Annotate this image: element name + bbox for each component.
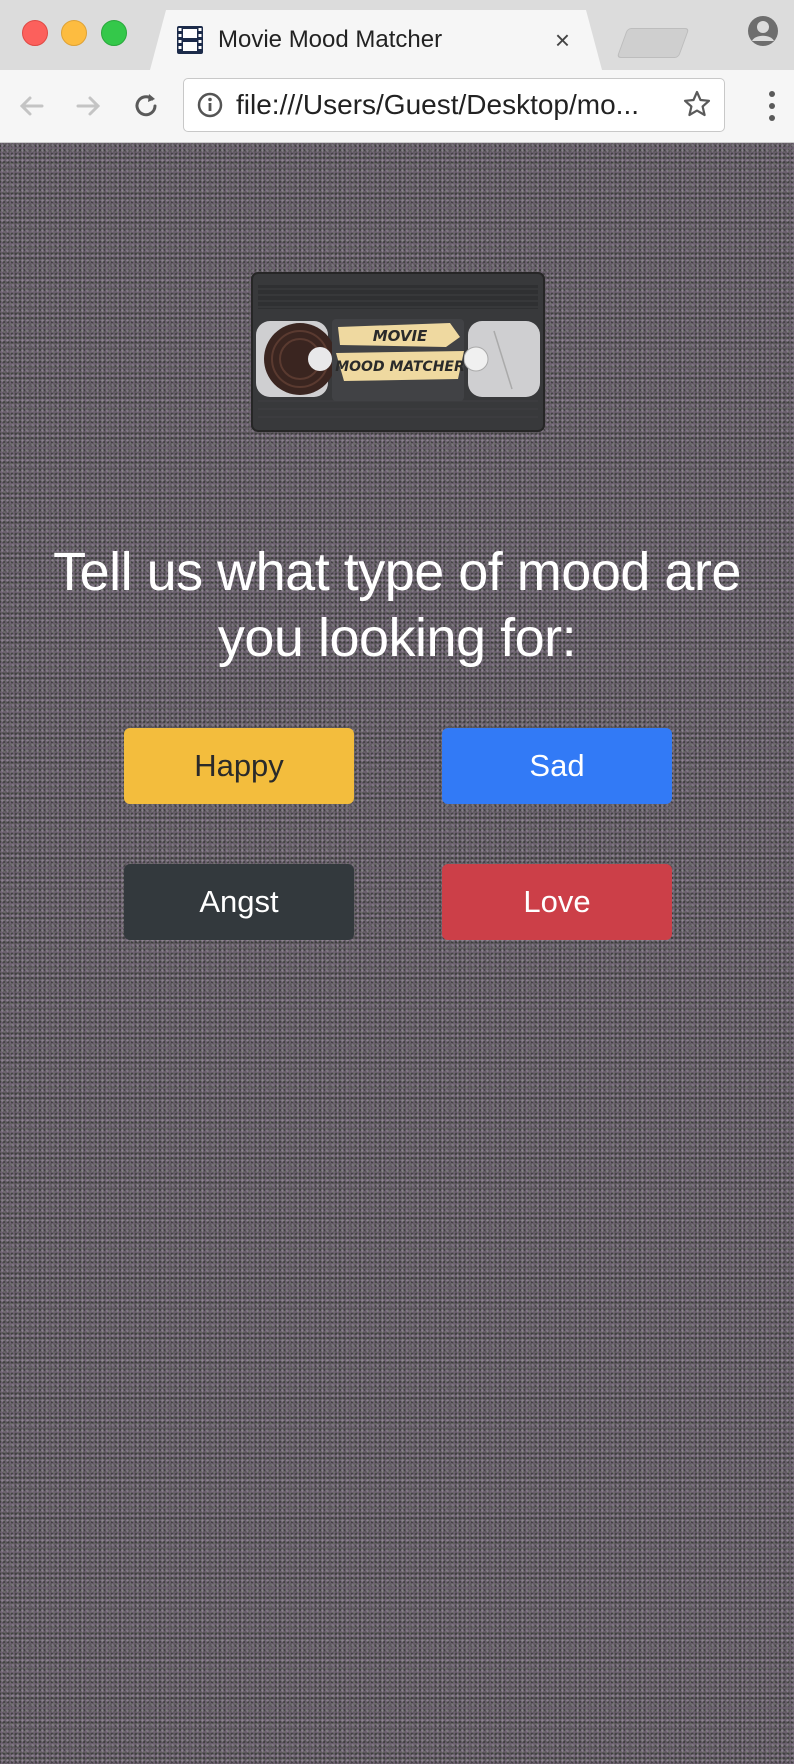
reload-icon[interactable] <box>128 88 164 124</box>
address-bar[interactable]: file:///Users/Guest/Desktop/mo... <box>183 78 725 132</box>
tab-title: Movie Mood Matcher <box>218 26 443 53</box>
love-mood-button[interactable]: Love <box>442 864 672 940</box>
profile-icon[interactable] <box>746 14 780 48</box>
browser-tab[interactable]: Movie Mood Matcher × <box>150 10 602 70</box>
url-text[interactable]: file:///Users/Guest/Desktop/mo... <box>236 89 639 121</box>
vhs-label-line1: MOVIE <box>373 327 428 345</box>
maximize-window-button[interactable] <box>101 20 127 46</box>
page-viewport: MOVIE MOOD MATCHER Tell us what type of … <box>0 143 794 1764</box>
new-tab-button[interactable] <box>616 28 690 58</box>
back-arrow-icon[interactable] <box>14 88 50 124</box>
close-window-button[interactable] <box>22 20 48 46</box>
browser-toolbar: file:///Users/Guest/Desktop/mo... <box>0 70 794 143</box>
mood-prompt-heading: Tell us what type of mood are you lookin… <box>53 542 741 668</box>
browser-titlebar: Movie Mood Matcher × <box>0 0 794 70</box>
bookmark-star-icon[interactable] <box>682 89 712 119</box>
happy-mood-button[interactable]: Happy <box>124 728 354 804</box>
tab-close-button[interactable]: × <box>555 24 570 56</box>
vhs-logo: MOVIE MOOD MATCHER <box>251 272 545 432</box>
info-icon[interactable] <box>196 91 224 119</box>
menu-dots-icon[interactable] <box>768 88 776 124</box>
angst-mood-button[interactable]: Angst <box>124 864 354 940</box>
minimize-window-button[interactable] <box>61 20 87 46</box>
forward-arrow-icon[interactable] <box>70 88 106 124</box>
sad-mood-button[interactable]: Sad <box>442 728 672 804</box>
vhs-label-line2: MOOD MATCHER <box>335 359 465 375</box>
film-icon <box>174 24 206 56</box>
